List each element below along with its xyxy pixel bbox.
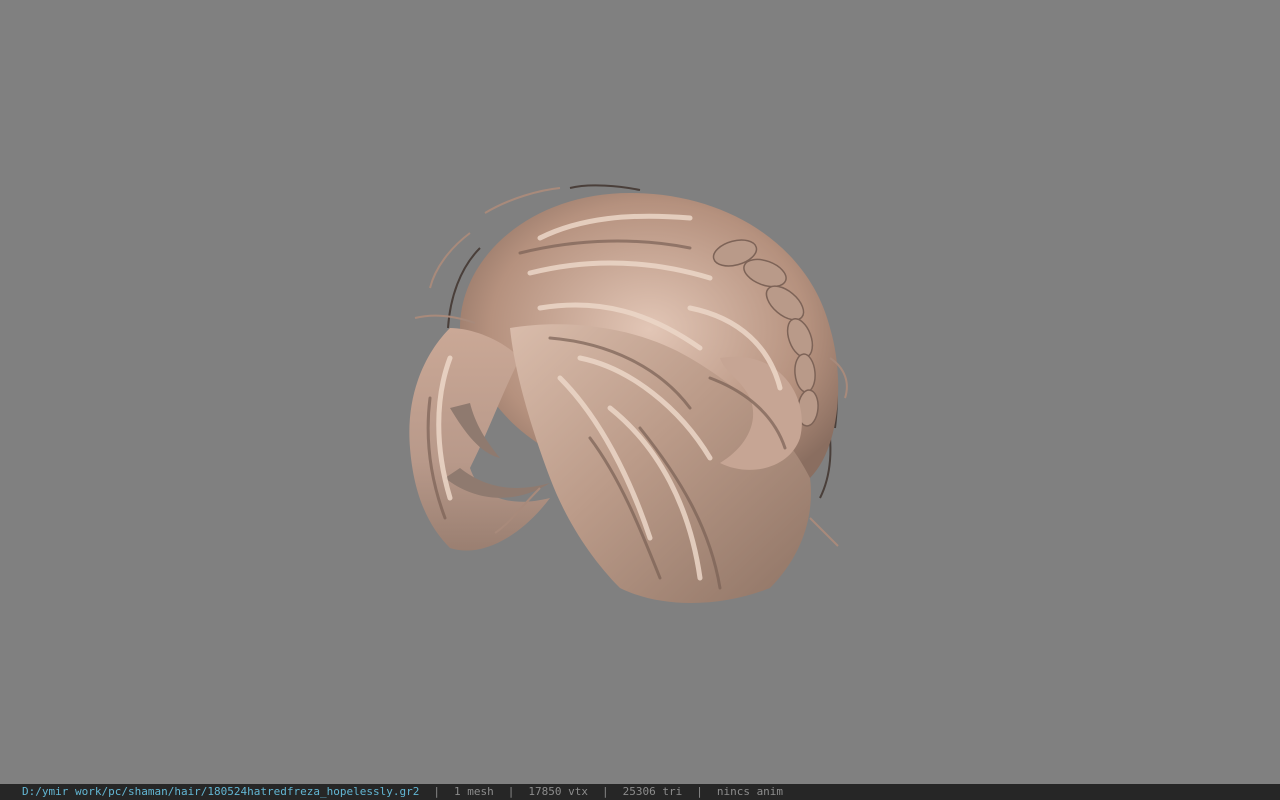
separator: | [433, 785, 440, 798]
3d-viewport[interactable] [0, 0, 1280, 784]
mesh-count: 1 mesh [453, 785, 494, 798]
separator: | [696, 785, 703, 798]
status-bar: D:/ymir work/pc/shaman/hair/180524hatred… [0, 784, 1280, 800]
vertex-count: 17850 vtx [528, 785, 588, 798]
anim-status: nincs anim [716, 785, 784, 798]
file-path: D:/ymir work/pc/shaman/hair/180524hatred… [22, 785, 420, 798]
triangle-count: 25306 tri [622, 785, 683, 798]
hair-model[interactable] [390, 178, 860, 618]
separator: | [507, 785, 515, 798]
separator: | [601, 785, 609, 798]
